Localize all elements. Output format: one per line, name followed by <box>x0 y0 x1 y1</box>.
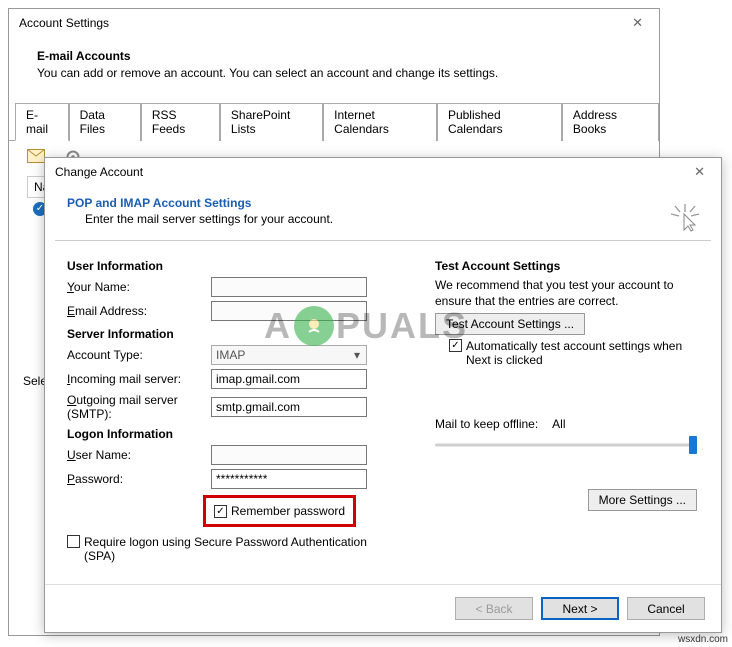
tab-address-books[interactable]: Address Books <box>562 103 659 141</box>
chevron-down-icon: ▾ <box>348 346 366 364</box>
tab-sharepoint-lists[interactable]: SharePoint Lists <box>220 103 323 141</box>
tab-internet-calendars[interactable]: Internet Calendars <box>323 103 437 141</box>
form-area: User Information Your Name: Email Addres… <box>45 249 721 563</box>
credit: wsxdn.com <box>678 634 728 645</box>
change-account-window: Change Account ✕ POP and IMAP Account Se… <box>44 157 722 633</box>
new-mail-icon[interactable] <box>27 149 45 163</box>
section-logon-info: Logon Information <box>67 427 411 441</box>
your-name-field[interactable] <box>211 277 367 297</box>
incoming-server-field[interactable] <box>211 369 367 389</box>
tab-data-files[interactable]: Data Files <box>69 103 141 141</box>
close-icon[interactable]: ✕ <box>626 15 649 31</box>
intro-block: E-mail Accounts You can add or remove an… <box>9 37 659 90</box>
account-type-select[interactable]: IMAP ▾ <box>211 345 367 365</box>
wizard-buttons: < Back Next > Cancel <box>45 584 721 632</box>
window-title: Change Account <box>55 165 143 179</box>
label-your-name: Your Name: <box>67 280 211 294</box>
section-test-settings: Test Account Settings <box>435 259 703 273</box>
mail-offline-value: All <box>552 417 576 431</box>
tab-published-calendars[interactable]: Published Calendars <box>437 103 562 141</box>
divider <box>55 240 711 241</box>
outgoing-server-field[interactable] <box>211 397 367 417</box>
account-type-value: IMAP <box>212 348 348 362</box>
label-password: Password: <box>67 472 211 486</box>
intro-text: You can add or remove an account. You ca… <box>37 66 639 80</box>
mail-offline-slider[interactable] <box>435 435 697 455</box>
remember-password-label: Remember password <box>231 504 345 518</box>
slider-thumb[interactable] <box>689 436 697 454</box>
test-description: We recommend that you test your account … <box>435 277 703 309</box>
autotest-label: Automatically test account settings when… <box>466 339 703 367</box>
section-server-info: Server Information <box>67 327 411 341</box>
right-column: Test Account Settings We recommend that … <box>435 253 703 563</box>
wizard-header: POP and IMAP Account Settings Enter the … <box>45 186 721 232</box>
password-field[interactable] <box>211 469 367 489</box>
label-email: Email Address: <box>67 304 211 318</box>
titlebar: Account Settings ✕ <box>9 9 659 37</box>
cancel-button[interactable]: Cancel <box>627 597 705 620</box>
label-outgoing: Outgoing mail server (SMTP): <box>67 393 211 421</box>
email-field[interactable] <box>211 301 367 321</box>
label-account-type: Account Type: <box>67 348 211 362</box>
click-cursor-icon <box>671 204 699 235</box>
mail-offline-row: Mail to keep offline: All <box>435 417 703 431</box>
label-incoming: Incoming mail server: <box>67 372 211 386</box>
spa-checkbox[interactable] <box>67 535 80 548</box>
wizard-heading: POP and IMAP Account Settings <box>67 196 705 210</box>
mail-offline-label: Mail to keep offline: <box>435 417 538 431</box>
titlebar: Change Account ✕ <box>45 158 721 186</box>
left-column: User Information Your Name: Email Addres… <box>67 253 411 563</box>
spa-label: Require logon using Secure Password Auth… <box>84 535 401 563</box>
remember-password-checkbox[interactable] <box>214 505 227 518</box>
remember-password-highlight: Remember password <box>203 495 356 527</box>
window-title: Account Settings <box>19 16 109 30</box>
test-account-button[interactable]: Test Account Settings ... <box>435 313 585 335</box>
section-user-info: User Information <box>67 259 411 273</box>
close-icon[interactable]: ✕ <box>688 164 711 180</box>
username-field[interactable] <box>211 445 367 465</box>
next-button[interactable]: Next > <box>541 597 619 620</box>
intro-heading: E-mail Accounts <box>37 49 639 63</box>
back-button: < Back <box>455 597 533 620</box>
spa-row: Require logon using Secure Password Auth… <box>67 535 411 563</box>
wizard-subheading: Enter the mail server settings for your … <box>67 212 705 226</box>
slider-track <box>435 444 691 447</box>
label-username: User Name: <box>67 448 211 462</box>
tab-email[interactable]: E-mail <box>15 103 69 141</box>
autotest-checkbox[interactable] <box>449 339 462 352</box>
tab-strip: E-mail Data Files RSS Feeds SharePoint L… <box>9 102 659 141</box>
more-settings-button[interactable]: More Settings ... <box>588 489 697 511</box>
tab-rss-feeds[interactable]: RSS Feeds <box>141 103 220 141</box>
